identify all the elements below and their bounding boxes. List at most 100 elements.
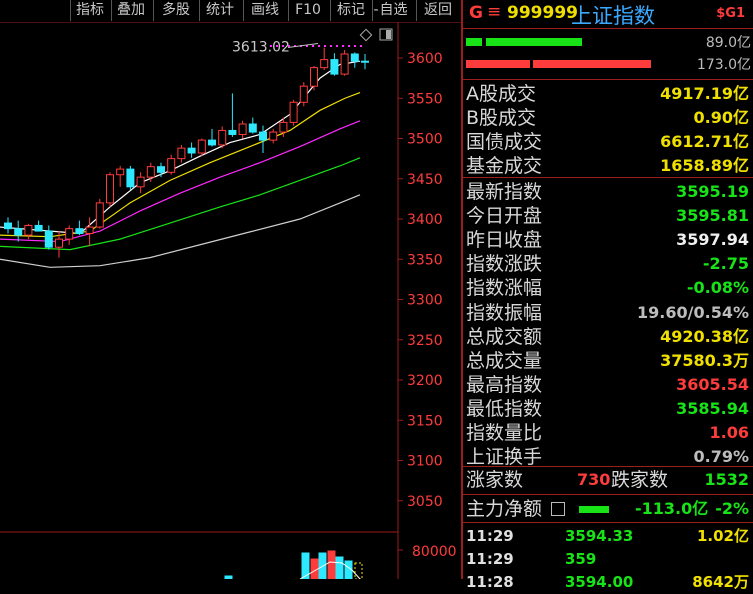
stock-code: 999999 [507,3,578,23]
tick-time: 11:28 [466,573,514,591]
quote-panel: G ≡ 999999 上证指数 $G1 89.0亿 173.0亿 A股成交 4917… [463,0,753,591]
flow-bar-0 [486,38,582,46]
candle-body [167,158,176,173]
stat-value: 3605.54 [676,374,749,394]
ma20-line [0,120,361,243]
flow-bar-value: 173.0亿 [696,57,751,73]
candle-body [177,147,186,160]
toolbar-button-4[interactable]: 画线 [243,0,286,21]
stat-row: 指数量比 1.06 [463,421,753,445]
price-tick-label: 3100 [407,454,443,470]
toolbar-button-8[interactable]: 返回 [416,0,459,21]
stock-name: 上证指数 [571,4,655,28]
turnover-row: 基金成交 1658.89亿 [463,154,753,178]
list-icon[interactable] [551,502,565,516]
stat-label: 指数量比 [466,422,543,444]
price-tick-label: 3150 [407,413,443,429]
main-flow-bar [579,506,609,513]
candle-body [75,228,84,234]
candle-body [136,176,145,188]
stat-value: 3595.19 [676,182,749,201]
candle-body [350,53,359,62]
menu-icon[interactable]: ≡ [487,2,501,22]
stat-label: 最低指数 [466,397,543,420]
turnover-row: B股成交 0.90亿 [463,106,753,130]
up-count-label: 涨家数 [466,469,524,491]
candle-body [208,139,216,146]
candle-body [248,123,257,133]
volume-tick-label: 80000 [412,544,457,560]
toolbar-button-5[interactable]: F10 [288,0,327,21]
toolbar-button-6[interactable]: 标记 [330,0,371,21]
stat-label: 今日开盘 [466,205,543,228]
down-count-value: 1532 [704,470,749,489]
market-tag: $G1 [716,6,745,21]
turnover-value: 0.90亿 [693,108,749,127]
chart-toolbar: 指标 叠加 多股 统计 画线 F10 标记 自选 返回 - [0,0,462,22]
stat-label: 总成交量 [466,349,543,372]
stat-value: 4920.38亿 [660,326,749,346]
candle-body [310,67,318,87]
candle-body [14,228,23,236]
quote-header: G ≡ 999999 上证指数 $G1 [463,0,753,28]
stat-row: 指数振幅 19.60/0.54% [463,301,753,325]
candle-body [361,60,369,63]
up-count-value: 730 [577,470,611,489]
turnover-value: 6612.71亿 [660,132,749,151]
tick-time: 11:29 [466,527,514,545]
candle-body [157,166,165,173]
toolbar-button-2[interactable]: 多股 [153,0,198,21]
volume-bar [327,550,336,579]
kline-chart[interactable]: 3600 3550 3500 3450 3400 3350 3300 3250 3200 3150… [0,22,462,579]
tick-time: 11:29 [466,550,514,568]
flow-bar-1 [533,60,651,68]
price-tick-label: 3550 [407,91,443,107]
turnover-row: A股成交 4917.19亿 [463,82,753,106]
candle-body [197,139,206,154]
main-flow-pct: -2% [715,499,749,518]
candle-body [259,131,267,141]
stat-value: 37580.3万 [660,350,749,370]
price-tick-label: 3400 [407,212,443,228]
candle-body [126,168,135,188]
toolbar-button-3[interactable]: 统计 [199,0,240,21]
toolbar-dash: - [373,2,379,18]
toolbar-button-1[interactable]: 叠加 [111,0,150,21]
stat-row: 指数涨幅 -0.08% [463,276,753,300]
stat-value: 3595.81 [676,206,749,226]
turnover-label: B股成交 [466,107,537,129]
price-tick-label: 3450 [407,172,443,188]
candle-body [238,123,247,135]
ma10-line [0,92,361,238]
stat-row: 最低指数 3585.94 [463,397,753,421]
price-tick-label: 3500 [407,132,443,148]
stat-label: 指数振幅 [466,301,543,324]
price-tick-label: 3250 [407,333,443,349]
turnover-row: 国债成交 6612.71亿 [463,130,753,154]
stat-value: 19.60/0.54% [637,302,749,322]
price-tick-label: 3600 [407,51,443,67]
price-tick-label: 3050 [407,494,443,510]
stat-label: 指数涨跌 [466,253,543,276]
stat-row: 最新指数 3595.19 [463,180,753,204]
turnover-label: 基金成交 [466,155,543,177]
candle-body [299,85,308,103]
diamond-icon[interactable] [359,28,373,42]
tick-price: 359 [565,550,597,568]
candle-body [289,101,298,123]
candle-body [44,230,53,248]
stat-value: -2.75 [702,254,749,274]
breadth-row: 涨家数 730 跌家数 1532 [463,468,753,492]
candle-body [279,121,288,133]
tick-price: 3594.33 [565,527,634,545]
flow-bar-small [466,38,482,46]
candle-body [320,59,329,69]
toolbar-button-0[interactable]: 指标 [70,0,109,21]
volume-bar [344,560,353,579]
tick-row: 11:29 359 [463,547,753,571]
main-flow-row: 主力净额 -113.0亿 -2% [463,497,753,521]
stat-value: 3597.94 [676,230,749,250]
stat-label: 最高指数 [466,373,543,396]
tick-row: 11:29 3594.33 1.02亿 [463,524,753,548]
candle-body [55,238,63,248]
